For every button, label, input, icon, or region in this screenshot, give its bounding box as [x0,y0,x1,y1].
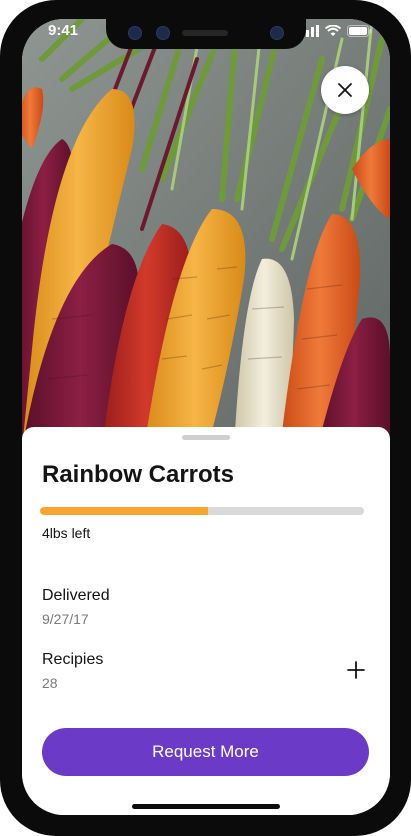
remaining-progress-fill [40,507,209,515]
delivered-label: Delivered [42,587,110,604]
close-button[interactable] [321,66,369,114]
close-icon [338,83,352,97]
battery-icon [347,25,372,37]
remaining-progress-bar [40,507,364,515]
speaker-grille [182,30,228,36]
recipes-label: Recipies [42,651,104,668]
home-indicator[interactable] [132,804,280,809]
mute-switch [0,112,2,142]
camera-icon [128,26,142,40]
bottom-sheet: Rainbow Carrots 4lbs left Delivered 9/27… [22,427,390,815]
add-recipe-button[interactable] [344,658,368,682]
status-icons [301,25,372,37]
volume-up-button [0,168,2,228]
sensor-icon [156,26,170,40]
sheet-drag-handle[interactable] [182,435,230,440]
wifi-icon [325,25,341,36]
plus-icon [347,661,365,679]
hero-image: 9:41 [22,19,390,449]
status-time: 9:41 [48,22,79,39]
volume-down-button [0,240,2,300]
item-title: Rainbow Carrots [42,461,235,488]
notch [106,19,306,49]
delivered-date: 9/27/17 [42,611,89,627]
request-more-button[interactable]: Request More [42,728,369,776]
phone-frame: 9:41 Rainbow Carrots 4lbs left Delivered… [0,0,411,836]
amount-left-label: 4lbs left [42,525,91,541]
screen: 9:41 Rainbow Carrots 4lbs left Delivered… [22,19,390,815]
recipes-count: 28 [42,675,58,691]
front-camera-icon [270,26,284,40]
